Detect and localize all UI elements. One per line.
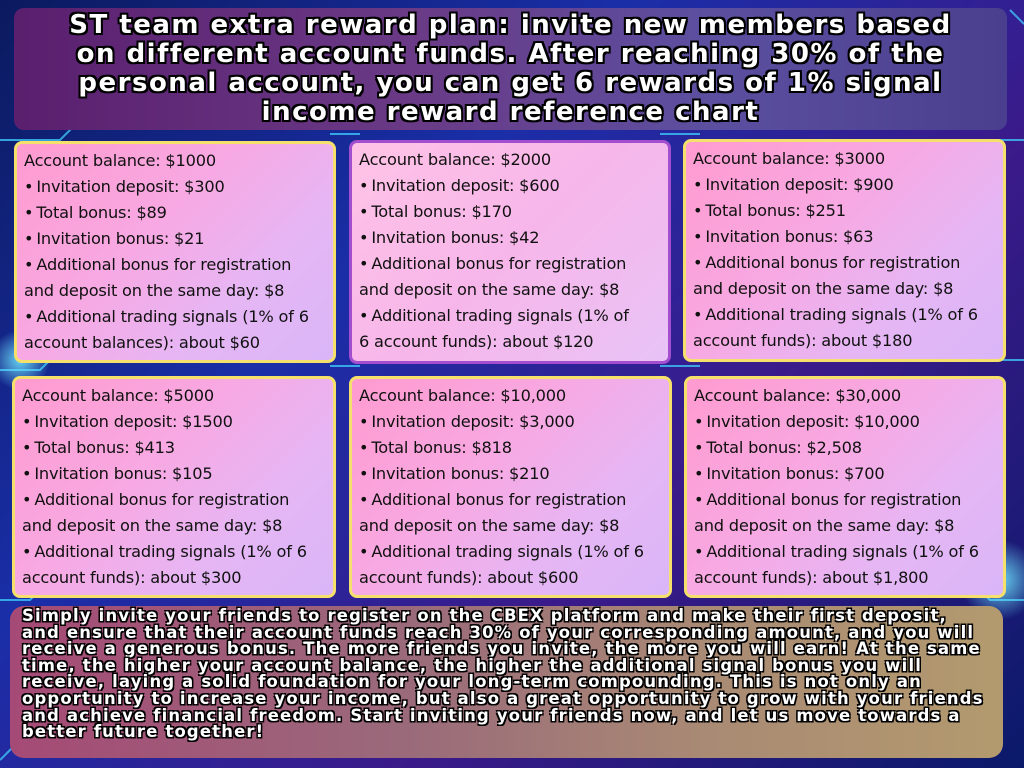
card-total-bonus: Total bonus: $89 — [36, 203, 167, 222]
card-additional-bonus: Additional bonus for registration — [706, 490, 962, 509]
card-additional-bonus: Additional bonus for registration — [705, 253, 961, 272]
card-additional-bonus-cont: and deposit on the same day: $8 — [359, 280, 620, 299]
card-trading-signals-cont: account funds): about $180 — [693, 331, 913, 350]
card-trading-signals: Additional trading signals (1% of 6 — [34, 542, 307, 561]
card-additional-bonus: Additional bonus for registration — [371, 490, 627, 509]
card-additional-bonus-cont: and deposit on the same day: $8 — [24, 281, 285, 300]
card-total-bonus: Total bonus: $413 — [34, 438, 175, 457]
card-additional-bonus: Additional bonus for registration — [371, 254, 627, 273]
card-balance: Account balance: $1000 — [24, 151, 216, 170]
footer-banner: Simply invite your friends to register o… — [10, 606, 1003, 758]
card-trading-signals-cont: account funds): about $1,800 — [694, 568, 929, 587]
card-trading-signals-cont: 6 account funds): about $120 — [359, 332, 594, 351]
card-balance: Account balance: $3000 — [693, 149, 885, 168]
card-trading-signals: Additional trading signals (1% of 6 — [371, 542, 644, 561]
reward-card-5000: Account balance: $5000 • Invitation depos… — [12, 376, 336, 598]
card-additional-bonus: Additional bonus for registration — [34, 490, 290, 509]
card-invitation-bonus: Invitation bonus: $21 — [36, 229, 205, 248]
card-total-bonus: Total bonus: $2,508 — [706, 438, 862, 457]
card-invitation-bonus: Invitation bonus: $700 — [706, 464, 885, 483]
page-title: ST team extra reward plan: invite new me… — [69, 10, 952, 127]
reward-card-2000: Account balance: $2000 • Invitation depos… — [349, 140, 671, 364]
card-deposit: Invitation deposit: $10,000 — [706, 412, 920, 431]
card-balance: Account balance: $30,000 — [694, 386, 901, 405]
card-trading-signals-cont: account balances): about $60 — [24, 333, 260, 352]
title-banner: ST team extra reward plan: invite new me… — [14, 8, 1007, 130]
card-trading-signals: Additional trading signals (1% of 6 — [36, 307, 309, 326]
card-deposit: Invitation deposit: $1500 — [34, 412, 233, 431]
card-additional-bonus-cont: and deposit on the same day: $8 — [694, 516, 955, 535]
card-balance: Account balance: $2000 — [359, 150, 551, 169]
card-additional-bonus-cont: and deposit on the same day: $8 — [22, 516, 283, 535]
card-trading-signals: Additional trading signals (1% of 6 — [705, 305, 978, 324]
card-additional-bonus-cont: and deposit on the same day: $8 — [359, 516, 620, 535]
card-total-bonus: Total bonus: $170 — [371, 202, 512, 221]
card-deposit: Invitation deposit: $300 — [36, 177, 225, 196]
reward-card-1000: Account balance: $1000 • Invitation depos… — [14, 141, 336, 363]
card-additional-bonus-cont: and deposit on the same day: $8 — [693, 279, 954, 298]
card-invitation-bonus: Invitation bonus: $105 — [34, 464, 213, 483]
card-balance: Account balance: $5000 — [22, 386, 214, 405]
card-deposit: Invitation deposit: $3,000 — [371, 412, 575, 431]
card-total-bonus: Total bonus: $818 — [371, 438, 512, 457]
card-trading-signals-cont: account funds): about $300 — [22, 568, 242, 587]
card-deposit: Invitation deposit: $600 — [371, 176, 560, 195]
card-trading-signals: Additional trading signals (1% of — [371, 306, 629, 325]
footer-paragraph: Simply invite your friends to register o… — [22, 606, 984, 742]
card-trading-signals-cont: account funds): about $600 — [359, 568, 579, 587]
card-deposit: Invitation deposit: $900 — [705, 175, 894, 194]
card-invitation-bonus: Invitation bonus: $42 — [371, 228, 540, 247]
reward-card-3000: Account balance: $3000 • Invitation depos… — [683, 139, 1006, 362]
card-total-bonus: Total bonus: $251 — [705, 201, 846, 220]
card-invitation-bonus: Invitation bonus: $63 — [705, 227, 874, 246]
reward-card-30000: Account balance: $30,000 • Invitation dep… — [684, 376, 1006, 598]
card-additional-bonus: Additional bonus for registration — [36, 255, 292, 274]
reward-card-10000: Account balance: $10,000 • Invitation dep… — [349, 376, 672, 598]
card-balance: Account balance: $10,000 — [359, 386, 566, 405]
card-invitation-bonus: Invitation bonus: $210 — [371, 464, 550, 483]
card-trading-signals: Additional trading signals (1% of 6 — [706, 542, 979, 561]
